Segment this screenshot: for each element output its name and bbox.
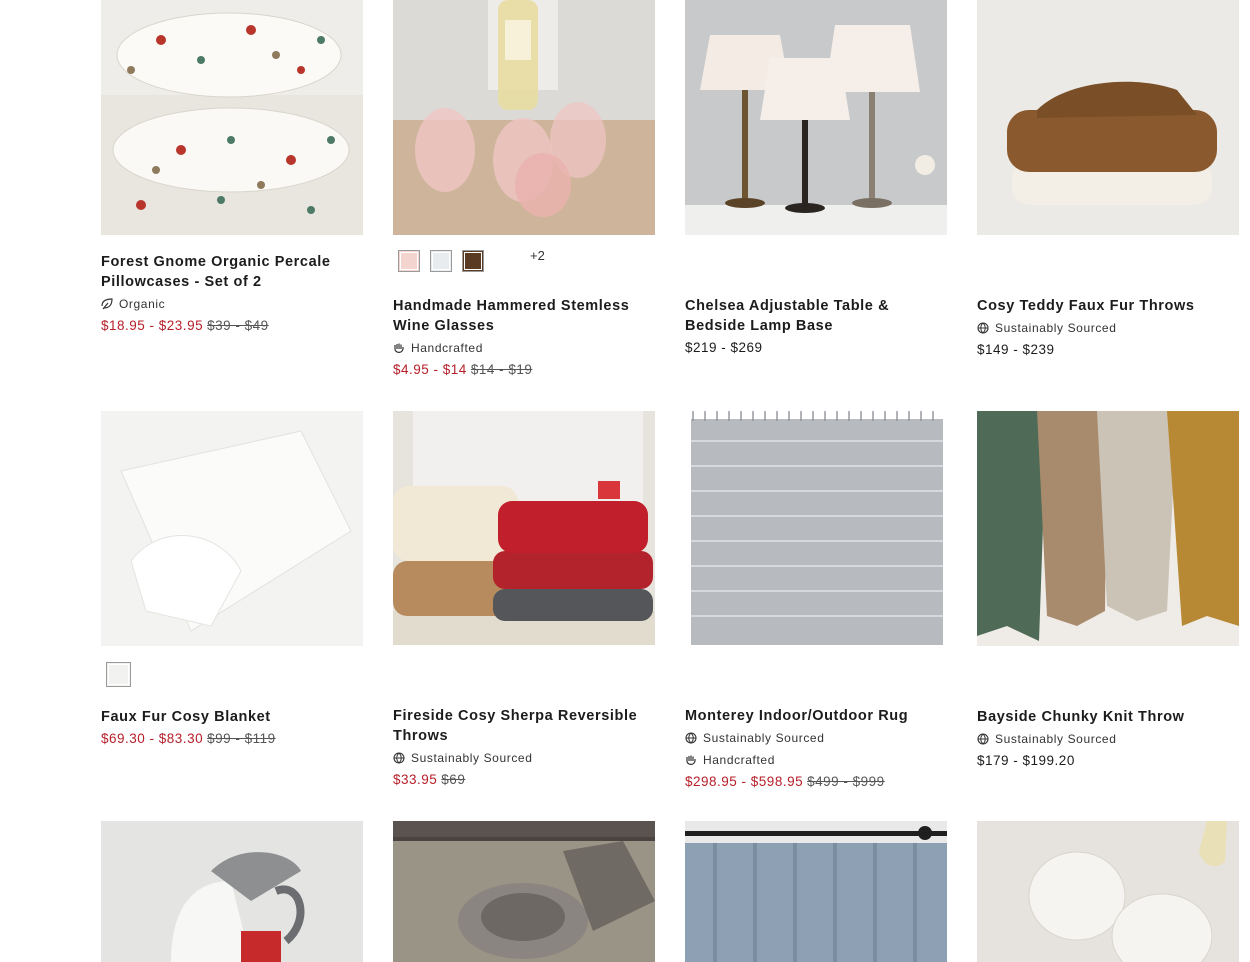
product-image[interactable]	[977, 411, 1239, 646]
product-image[interactable]	[685, 0, 947, 235]
product-image[interactable]	[393, 821, 655, 962]
product-title[interactable]: Forest Gnome Organic Percale Pillowcases…	[101, 252, 363, 292]
product-title[interactable]: Faux Fur Cosy Blanket	[101, 707, 363, 727]
product-image[interactable]	[101, 411, 363, 646]
badge-label: Sustainably Sourced	[411, 751, 533, 765]
color-swatches	[101, 662, 141, 687]
color-swatch[interactable]	[462, 250, 484, 272]
product-price: $219 - $269	[685, 340, 947, 355]
sale-price: $298.95 - $598.95	[685, 774, 804, 789]
product-title[interactable]: Chelsea Adjustable Table & Bedside Lamp …	[685, 296, 947, 336]
product-price: $18.95 - $23.95 $39 - $49	[101, 318, 363, 333]
sale-price: $33.95	[393, 772, 438, 787]
sustainable-badge: Sustainably Sourced	[977, 729, 1239, 749]
product-title[interactable]: Monterey Indoor/Outdoor Rug	[685, 706, 947, 726]
product-title[interactable]: Bayside Chunky Knit Throw	[977, 707, 1239, 727]
more-swatches-link[interactable]: +2	[530, 248, 545, 263]
badge-label: Handcrafted	[703, 753, 775, 767]
product-image[interactable]	[101, 0, 363, 235]
product-price: $33.95 $69	[393, 772, 655, 787]
handcrafted-badge: Handcrafted	[685, 750, 947, 770]
product-title[interactable]: Handmade Hammered Stemless Wine Glasses	[393, 296, 655, 336]
product-price: $69.30 - $83.30 $99 - $119	[101, 731, 363, 746]
original-price: $39 - $49	[207, 318, 269, 333]
product-title[interactable]: Fireside Cosy Sherpa Reversible Throws	[393, 706, 655, 746]
regular-price: $219 - $269	[685, 340, 763, 355]
badge-label: Organic	[119, 297, 166, 311]
sustainable-badge: Sustainably Sourced	[977, 318, 1239, 338]
badge-label: Sustainably Sourced	[703, 731, 825, 745]
sale-price: $18.95 - $23.95	[101, 318, 204, 333]
regular-price: $179 - $199.20	[977, 753, 1075, 768]
sustainable-badge: Sustainably Sourced	[393, 748, 655, 768]
badge-label: Sustainably Sourced	[995, 732, 1117, 746]
product-image[interactable]	[685, 411, 947, 645]
regular-price: $149 - $239	[977, 342, 1055, 357]
leaf-icon	[101, 298, 113, 310]
original-price: $14 - $19	[470, 362, 533, 377]
original-price: $99 - $119	[207, 731, 276, 746]
sustainable-badge: Sustainably Sourced	[685, 728, 947, 748]
product-price: $4.95 - $14 $14 - $19	[393, 362, 655, 377]
product-price: $149 - $239	[977, 342, 1239, 357]
globe-icon	[685, 732, 697, 744]
product-image[interactable]	[977, 0, 1239, 235]
badge-label: Sustainably Sourced	[995, 321, 1117, 335]
handcrafted-badge: Handcrafted	[393, 338, 655, 358]
color-swatch[interactable]	[398, 250, 420, 272]
hand-icon	[394, 343, 404, 353]
globe-icon	[393, 752, 405, 764]
product-image[interactable]	[977, 821, 1239, 962]
product-image[interactable]	[393, 0, 655, 235]
globe-icon	[977, 733, 989, 745]
original-price: $69	[441, 772, 466, 787]
hand-icon	[686, 755, 696, 765]
organic-badge: Organic	[101, 294, 363, 314]
sale-price: $4.95 - $14	[393, 362, 467, 377]
color-swatch[interactable]	[430, 250, 452, 272]
badge-label: Handcrafted	[411, 341, 483, 355]
product-image[interactable]	[393, 411, 655, 645]
sale-price: $69.30 - $83.30	[101, 731, 204, 746]
product-image[interactable]	[101, 821, 363, 962]
product-title[interactable]: Cosy Teddy Faux Fur Throws	[977, 296, 1239, 316]
product-price: $179 - $199.20	[977, 753, 1239, 768]
color-swatches: +2	[393, 248, 545, 272]
product-image[interactable]	[685, 821, 947, 962]
original-price: $499 - $999	[807, 774, 885, 789]
product-price: $298.95 - $598.95 $499 - $999	[685, 774, 947, 789]
globe-icon	[977, 322, 989, 334]
color-swatch[interactable]	[106, 662, 131, 687]
